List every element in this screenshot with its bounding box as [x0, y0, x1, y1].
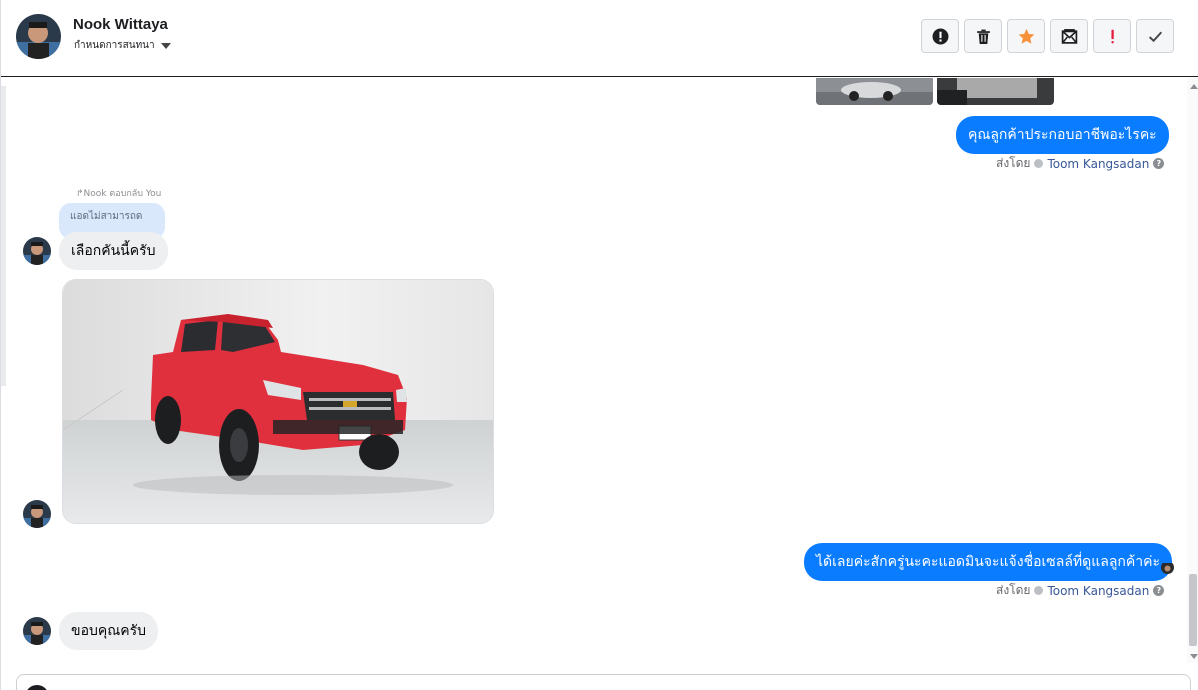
trash-icon: [976, 29, 990, 44]
message-thread[interactable]: คุณลูกค้าประกอบอาชีพอะไรคะ ส่งโดย Toom K…: [1, 78, 1198, 663]
red-pickup-truck-image: [63, 280, 493, 523]
delete-button[interactable]: [964, 19, 1002, 53]
conversation-panel: Nook Wittaya กำหนดการสนทนา คุณลูกค้าประก…: [0, 0, 1198, 690]
check-circle-icon: [1034, 586, 1044, 595]
contact-avatar-small[interactable]: [23, 237, 51, 265]
scrollbar-thumb[interactable]: [1189, 574, 1197, 646]
alert-circle-icon: [932, 28, 948, 44]
attachment-thumbnails: [816, 78, 1054, 105]
sent-by-label: ส่งโดย: [996, 583, 1031, 597]
important-button[interactable]: [1093, 19, 1131, 53]
conversation-status-label: กำหนดการสนทนา: [74, 40, 155, 51]
sender-name-link[interactable]: Toom Kangsadan: [1047, 157, 1149, 171]
help-icon[interactable]: ?: [1153, 585, 1165, 596]
check-circle-icon: [1034, 159, 1044, 168]
sent-by-info: ส่งโดย Toom Kangsadan ?: [996, 581, 1165, 600]
thread-scrollbar[interactable]: [1187, 78, 1198, 663]
scroll-down-arrow-icon[interactable]: [1190, 654, 1198, 659]
sender-name-link[interactable]: Toom Kangsadan: [1047, 584, 1149, 598]
car-thumbnail-interior[interactable]: [937, 78, 1054, 105]
sent-by-info: ส่งโดย Toom Kangsadan ?: [996, 154, 1165, 173]
mark-unread-button[interactable]: [1050, 19, 1088, 53]
conversation-header: Nook Wittaya กำหนดการสนทนา: [1, 0, 1198, 77]
left-scrollbar[interactable]: [1, 86, 6, 386]
contact-name[interactable]: Nook Wittaya: [73, 16, 168, 33]
scroll-up-arrow-icon[interactable]: [1190, 84, 1198, 89]
message-composer[interactable]: [16, 674, 1191, 690]
contact-avatar-small[interactable]: [23, 617, 51, 645]
reply-note-text: Nook ตอบกลับ You: [83, 189, 162, 199]
reply-arrow-icon: ↱: [76, 189, 84, 199]
incoming-message[interactable]: เลือกคันนี้ครับ: [59, 232, 168, 270]
composer-avatar: [25, 685, 49, 690]
star-icon: [1018, 28, 1034, 44]
exclamation-icon: [1110, 29, 1114, 43]
conversation-toolbar: [921, 19, 1174, 53]
envelope-icon: [1061, 28, 1077, 44]
conversation-status-dropdown[interactable]: กำหนดการสนทนา: [74, 38, 171, 53]
star-button[interactable]: [1007, 19, 1045, 53]
contact-avatar-small[interactable]: [23, 500, 51, 528]
caret-down-icon: [160, 42, 171, 49]
mark-done-button[interactable]: [1136, 19, 1174, 53]
outgoing-message[interactable]: คุณลูกค้าประกอบอาชีพอะไรคะ: [956, 116, 1169, 154]
incoming-message[interactable]: ขอบคุณครับ: [59, 612, 158, 650]
mark-spam-button[interactable]: [921, 19, 959, 53]
sent-by-label: ส่งโดย: [996, 156, 1031, 170]
help-icon[interactable]: ?: [1153, 158, 1165, 169]
outgoing-message[interactable]: ได้เลยค่ะสักครู่นะคะแอดมินจะแจ้งชื่อเซลล…: [804, 543, 1173, 581]
car-thumbnail-front[interactable]: [816, 78, 933, 105]
contact-avatar[interactable]: [16, 14, 61, 59]
car-photo-attachment[interactable]: [62, 279, 494, 524]
check-icon: [1148, 31, 1162, 42]
seen-avatar: [1161, 561, 1174, 574]
reply-note: ↱Nook ตอบกลับ You: [76, 186, 161, 200]
